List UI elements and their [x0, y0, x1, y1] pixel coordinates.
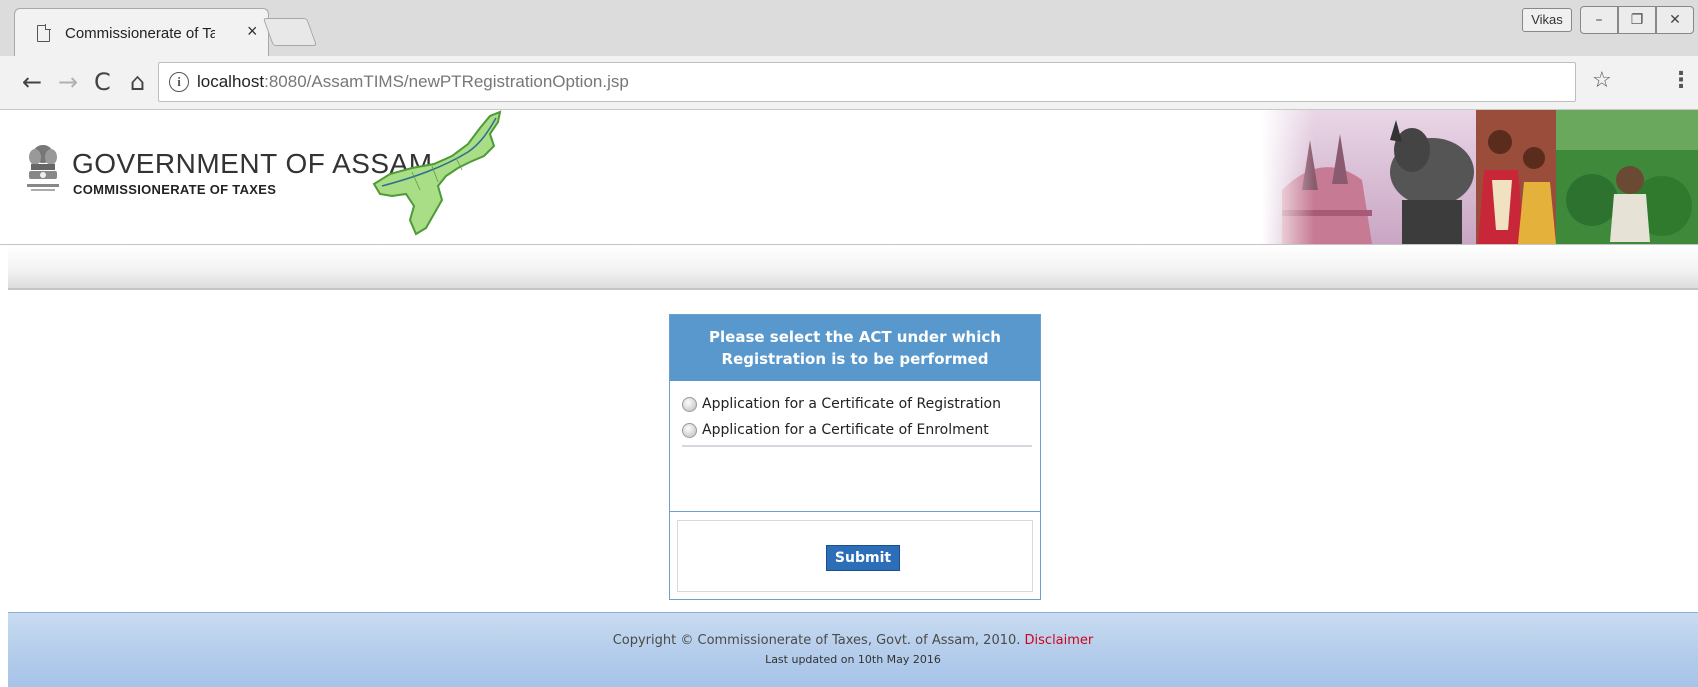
- disclaimer-link[interactable]: Disclaimer: [1025, 633, 1094, 648]
- close-window-button[interactable]: ✕: [1656, 6, 1694, 34]
- assam-map-icon: [372, 110, 502, 236]
- radio-registration[interactable]: [682, 396, 697, 412]
- url-path: :8080/AssamTIMS/newPTRegistrationOption.…: [264, 72, 629, 91]
- user-profile-badge[interactable]: Vikas: [1522, 8, 1572, 32]
- minimize-button[interactable]: –: [1580, 6, 1618, 34]
- browser-menu-icon[interactable]: ⋮: [1670, 68, 1692, 93]
- act-options: Application for a Certificate of Registr…: [682, 391, 1032, 447]
- address-bar[interactable]: i localhost:8080/AssamTIMS/newPTRegistra…: [158, 62, 1576, 102]
- close-tab-icon[interactable]: ×: [247, 21, 258, 42]
- url-text: localhost:8080/AssamTIMS/newPTRegistrati…: [197, 72, 629, 92]
- back-arrow-icon[interactable]: ←: [22, 68, 42, 96]
- option-enrolment-label: Application for a Certificate of Enrolme…: [702, 422, 989, 438]
- window-controls: – ❐ ✕: [1580, 6, 1698, 34]
- assam-heritage-banner-image: [1262, 110, 1698, 244]
- radio-enrolment[interactable]: [682, 422, 697, 438]
- last-updated-text: Last updated on 10th May 2016: [765, 653, 941, 666]
- bookmark-star-icon[interactable]: ☆: [1592, 68, 1612, 93]
- panel-heading: Please select the ACT under which Regist…: [670, 315, 1040, 381]
- page-icon: [37, 24, 51, 42]
- copyright-line: Copyright © Commissionerate of Taxes, Go…: [8, 633, 1698, 648]
- site-info-icon[interactable]: i: [169, 72, 189, 92]
- browser-tab-bar: Commissionerate of Taxe × Vikas – ❐ ✕: [0, 0, 1698, 56]
- submit-button[interactable]: Submit: [826, 545, 900, 571]
- page-content: GOVERNMENT OF ASSAM COMMISSIONERATE OF T…: [0, 110, 1698, 687]
- url-host: localhost: [197, 72, 265, 91]
- department-subtitle: COMMISSIONERATE OF TAXES: [73, 182, 277, 197]
- panel-heading-line2: Registration is to be performed: [721, 350, 989, 368]
- submit-area: Submit: [677, 520, 1033, 592]
- act-selection-panel: Please select the ACT under which Regist…: [669, 314, 1041, 600]
- state-emblem-icon: [27, 145, 59, 191]
- option-enrolment[interactable]: Application for a Certificate of Enrolme…: [682, 417, 1032, 443]
- browser-toolbar: ← → C ⌂ i localhost:8080/AssamTIMS/newPT…: [0, 56, 1698, 110]
- new-tab-button[interactable]: [262, 18, 318, 46]
- site-header: GOVERNMENT OF ASSAM COMMISSIONERATE OF T…: [0, 110, 1698, 245]
- site-footer: Copyright © Commissionerate of Taxes, Go…: [8, 612, 1698, 687]
- panel-heading-line1: Please select the ACT under which: [709, 328, 1001, 346]
- home-icon[interactable]: ⌂: [130, 68, 145, 96]
- copyright-text: Copyright © Commissionerate of Taxes, Go…: [612, 633, 1021, 648]
- panel-divider: [670, 511, 1040, 512]
- reload-icon[interactable]: C: [94, 68, 111, 96]
- restore-button[interactable]: ❐: [1618, 6, 1656, 34]
- browser-tab[interactable]: Commissionerate of Taxe ×: [14, 8, 269, 56]
- forward-arrow-icon[interactable]: →: [58, 68, 78, 96]
- option-registration-label: Application for a Certificate of Registr…: [702, 396, 1001, 412]
- navigation-band: [8, 246, 1698, 290]
- option-registration[interactable]: Application for a Certificate of Registr…: [682, 391, 1032, 417]
- tab-title: Commissionerate of Taxe: [65, 25, 215, 42]
